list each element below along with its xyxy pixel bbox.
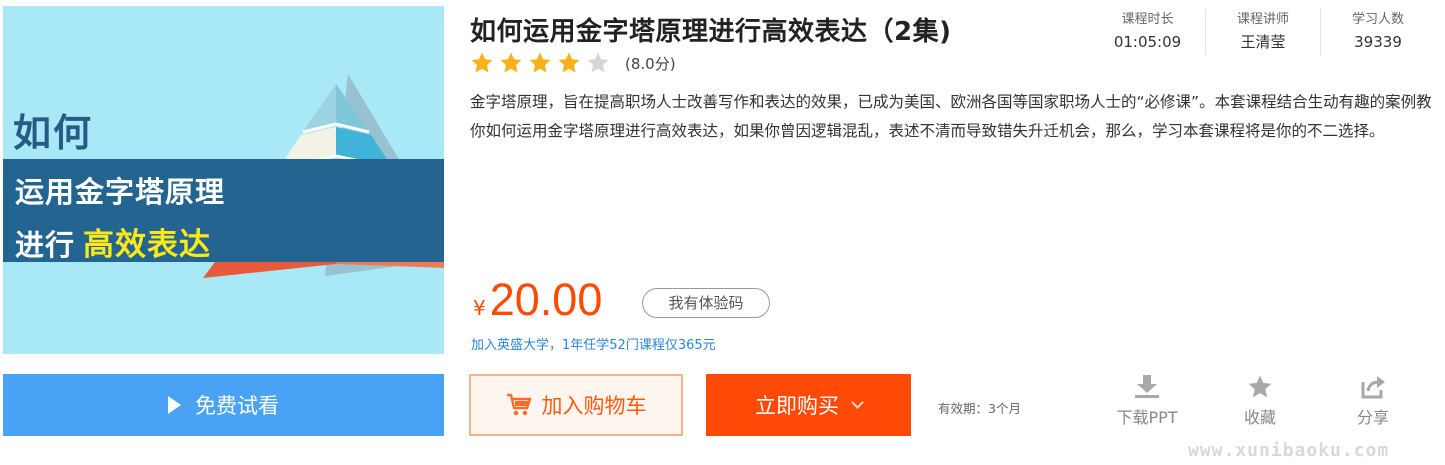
buy-now-button[interactable]: 立即购买	[706, 374, 911, 436]
redeem-code-button[interactable]: 我有体验码	[642, 288, 770, 318]
price-amount: 20.00	[489, 274, 603, 325]
rating-score: (8.0分)	[625, 54, 676, 73]
play-icon	[168, 396, 181, 414]
course-rating: (8.0分)	[470, 50, 676, 76]
free-trial-label: 免费试看	[195, 394, 279, 418]
favorite-label: 收藏	[1243, 408, 1276, 427]
share-icon	[1361, 376, 1385, 399]
share-label: 分享	[1356, 408, 1389, 427]
rating-star-icon	[471, 52, 493, 73]
course-cover-image[interactable]: 如何 运用金字塔原理 进行 高效表达	[3, 6, 444, 354]
favorite-button[interactable]: 收藏	[1220, 374, 1300, 430]
rating-stars	[470, 51, 615, 75]
cover-text-line2: 运用金字塔原理	[15, 175, 226, 209]
star-icon	[1248, 375, 1272, 398]
stat-learners-label: 学习人数	[1351, 12, 1404, 27]
course-stats: 课程时长 01:05:09 课程讲师 王清莹 学习人数 39339	[1090, 9, 1435, 55]
add-to-cart-label: 加入购物车	[541, 394, 647, 418]
validity-period: 有效期：3个月	[938, 401, 1021, 416]
stat-learners: 学习人数 39339	[1320, 9, 1435, 55]
chevron-down-icon	[851, 395, 864, 409]
cover-text-line3-prefix: 进行	[15, 228, 76, 262]
course-title: 如何运用金字塔原理进行高效表达（2集)	[470, 17, 952, 47]
cover-text-line3-highlight: 高效表达	[83, 227, 212, 263]
share-button[interactable]: 分享	[1333, 374, 1413, 430]
rating-star-icon	[558, 52, 580, 73]
course-description: 金字塔原理，旨在提高职场人士改善写作和表达的效果，已成为美国、欧洲各国等国家职场…	[470, 93, 1432, 140]
price: ¥ 20.00	[473, 274, 602, 326]
stat-lecturer-label: 课程讲师	[1236, 12, 1289, 27]
add-to-cart-button[interactable]: 加入购物车	[469, 374, 683, 436]
download-ppt-label: 下载PPT	[1116, 408, 1178, 427]
stat-learners-value: 39339	[1354, 33, 1402, 51]
stat-duration-label: 课程时长	[1121, 12, 1174, 27]
download-icon	[1135, 375, 1159, 398]
cover-text-line3: 进行 高效表达	[15, 219, 211, 264]
rating-star-icon	[529, 52, 551, 73]
watermark: www.xunibaoku.com	[1188, 440, 1390, 461]
download-ppt-button[interactable]: 下载PPT	[1107, 374, 1187, 430]
rating-star-icon	[500, 52, 522, 73]
stat-duration-value: 01:05:09	[1113, 33, 1182, 51]
cart-icon	[506, 393, 531, 416]
membership-promo-link[interactable]: 加入英盛大学，1年任学52门课程仅365元	[471, 334, 716, 353]
rating-star-icon	[587, 52, 609, 73]
stat-duration: 课程时长 01:05:09	[1090, 9, 1205, 55]
cover-text-line1: 如何	[13, 111, 94, 155]
stat-lecturer-value: 王清莹	[1240, 33, 1286, 51]
price-currency: ¥	[473, 296, 486, 320]
buy-now-label: 立即购买	[755, 394, 839, 418]
free-trial-button[interactable]: 免费试看	[3, 374, 444, 436]
stat-lecturer: 课程讲师 王清莹	[1205, 9, 1320, 55]
